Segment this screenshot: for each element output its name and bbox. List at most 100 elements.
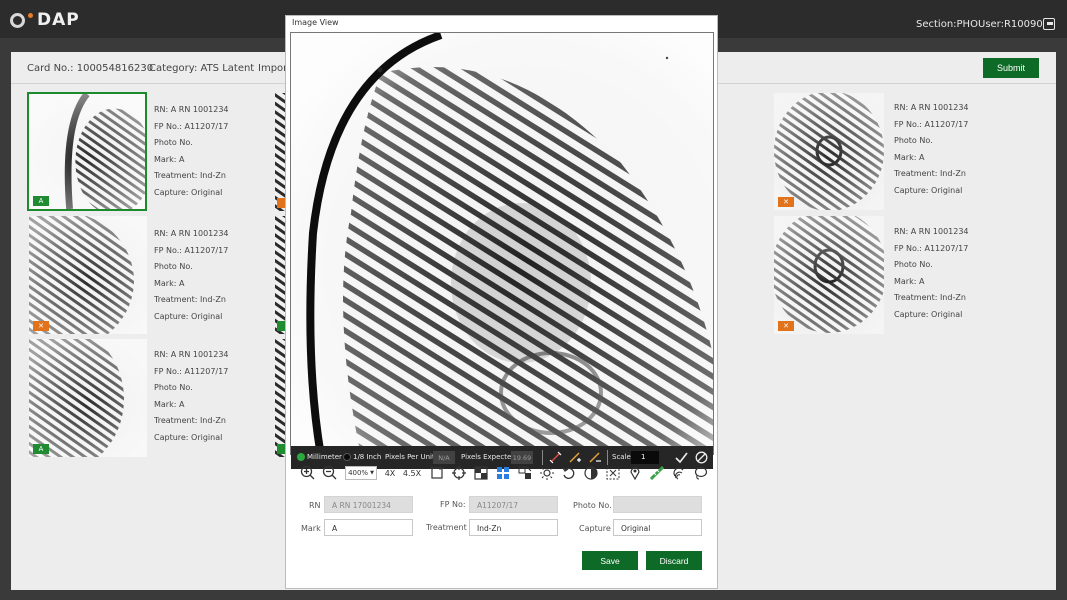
fit-screen-icon[interactable]	[430, 465, 444, 481]
status-badge: ✕	[778, 321, 794, 331]
rotate-icon[interactable]	[562, 465, 576, 481]
fingerprint-image	[774, 93, 884, 210]
scale-label: Scale	[612, 453, 631, 461]
mark-text: Mark: A	[894, 276, 925, 286]
rn-text: RN: A RN 1001234	[894, 103, 969, 112]
eighth-inch-radio[interactable]	[343, 453, 351, 461]
treatment-text: Treatment: Ind-Zn	[154, 295, 226, 305]
fp-text: FP No.: A11207/17	[154, 121, 229, 131]
photo-text: Photo No.	[154, 262, 193, 272]
photo-text: Photo No.	[894, 260, 933, 270]
fingerprint-icon[interactable]	[672, 465, 686, 481]
mark-label: Mark	[301, 524, 321, 533]
photo-field	[613, 496, 702, 513]
capture-label: Capture	[579, 524, 611, 533]
zoom-in-icon[interactable]	[300, 465, 316, 481]
ruler-icon[interactable]	[650, 465, 664, 481]
measure-line-add-icon[interactable]	[569, 451, 582, 464]
pixels-per-unit-label: Pixels Per Unit	[385, 453, 435, 461]
treatment-text: Treatment: Ind-Zn	[154, 416, 226, 426]
status-badge: ✕	[33, 321, 49, 331]
category-label: Category: ATS Latent	[149, 63, 255, 74]
scale-input[interactable]: 1	[631, 451, 659, 464]
lasso-icon[interactable]	[694, 465, 708, 481]
thumbnail-image[interactable]: ✕	[774, 93, 884, 210]
logout-icon[interactable]	[1043, 18, 1055, 30]
thumbnail-image[interactable]: ✕	[774, 216, 884, 334]
eighth-inch-label: 1/8 Inch	[353, 453, 382, 461]
import-label: Impor	[258, 63, 288, 74]
rn-field: A RN 17001234	[324, 496, 413, 513]
thumbnail-meta: RN: A RN 1001234 FP No.: A11207/17 Photo…	[154, 226, 264, 326]
treatment-text: Treatment: Ind-Zn	[894, 169, 966, 179]
zoom-value: 400%	[348, 469, 369, 477]
submit-button[interactable]: Submit	[983, 58, 1039, 78]
capture-text: Capture: Original	[894, 309, 963, 319]
photo-text: Photo No.	[894, 136, 933, 146]
treatment-text: Treatment: Ind-Zn	[154, 171, 226, 181]
photo-label: Photo No.	[573, 501, 612, 510]
rn-label: RN	[309, 501, 321, 510]
capture-text: Capture: Original	[154, 432, 223, 442]
fp-text: FP No.: A11207/17	[154, 366, 229, 376]
thumbnail-meta: RN: A RN 1001234 FP No.: A11207/17 Photo…	[154, 102, 264, 202]
fingerprint-image	[774, 216, 884, 334]
brightness-icon[interactable]	[540, 465, 554, 481]
zoom-45x-button[interactable]: 4.5X	[403, 465, 421, 481]
photo-text: Photo No.	[154, 383, 193, 393]
zoom-out-icon[interactable]	[322, 465, 338, 481]
thumbnail-image[interactable]: A	[29, 339, 147, 457]
measure-line-remove-icon[interactable]	[589, 451, 602, 464]
rn-text: RN: A RN 1001234	[154, 105, 229, 114]
thumbnail-meta: RN: A RN 1001234 FP No.: A11207/17 Photo…	[894, 224, 1004, 324]
grid-icon[interactable]	[496, 465, 510, 481]
thumbnail-image[interactable]: A	[27, 92, 147, 211]
divider	[607, 450, 608, 465]
crop-icon[interactable]	[518, 465, 532, 481]
section-label: Section:PHO	[916, 19, 978, 30]
fp-label: FP No:	[440, 500, 466, 509]
capture-text: Capture: Original	[154, 311, 223, 321]
zoom-4x-button[interactable]: 4X	[382, 465, 398, 481]
status-badge: A	[33, 196, 49, 206]
capture-text: Capture: Original	[894, 185, 963, 195]
treatment-label: Treatment	[426, 523, 467, 532]
pixels-expected-label: Pixels Expected	[461, 453, 516, 461]
card-number: Card No.: 100054816230	[27, 63, 154, 74]
thumbnail-meta: RN: A RN 1001234 FP No.: A11207/17 Photo…	[154, 347, 264, 447]
capture-text: Capture: Original	[154, 187, 223, 197]
save-button[interactable]: Save	[582, 551, 638, 570]
treatment-text: Treatment: Ind-Zn	[894, 293, 966, 303]
treatment-input[interactable]: Ind-Zn	[469, 519, 558, 536]
chevron-down-icon: ▼	[370, 470, 374, 476]
center-icon[interactable]	[452, 465, 466, 481]
capture-input[interactable]: Original	[613, 519, 702, 536]
rn-text: RN: A RN 1001234	[154, 229, 229, 238]
contrast-icon[interactable]	[584, 465, 598, 481]
measure-line-red-icon[interactable]	[549, 451, 562, 464]
status-badge	[277, 321, 285, 331]
zoom-select[interactable]: 400% ▼	[345, 466, 377, 480]
fp-text: FP No.: A11207/17	[894, 119, 969, 129]
fp-text: FP No.: A11207/17	[894, 243, 969, 253]
mark-text: Mark: A	[154, 399, 185, 409]
modal-title: Image View	[292, 18, 339, 27]
check-icon[interactable]	[675, 451, 688, 464]
thumbnail-image[interactable]: ✕	[29, 216, 147, 334]
select-region-icon[interactable]	[606, 465, 620, 481]
pixels-expected-value: 19.69	[511, 451, 533, 464]
user-label: User:R10090	[978, 19, 1043, 30]
app-logo: DAP	[10, 10, 80, 30]
status-badge	[277, 198, 285, 208]
image-viewer[interactable]	[290, 32, 714, 455]
mark-input[interactable]: A	[324, 519, 413, 536]
cancel-icon[interactable]	[695, 451, 708, 464]
pixels-per-unit-value: N/A	[433, 451, 455, 464]
logo-text: DAP	[37, 10, 80, 30]
fp-field: A11207/17	[469, 496, 558, 513]
pin-icon[interactable]	[628, 465, 642, 481]
invert-icon[interactable]	[474, 465, 488, 481]
millimeter-radio[interactable]	[297, 453, 305, 461]
discard-button[interactable]: Discard	[646, 551, 702, 570]
thumbnail-meta: RN: A RN 1001234 FP No.: A11207/17 Photo…	[894, 100, 1004, 200]
